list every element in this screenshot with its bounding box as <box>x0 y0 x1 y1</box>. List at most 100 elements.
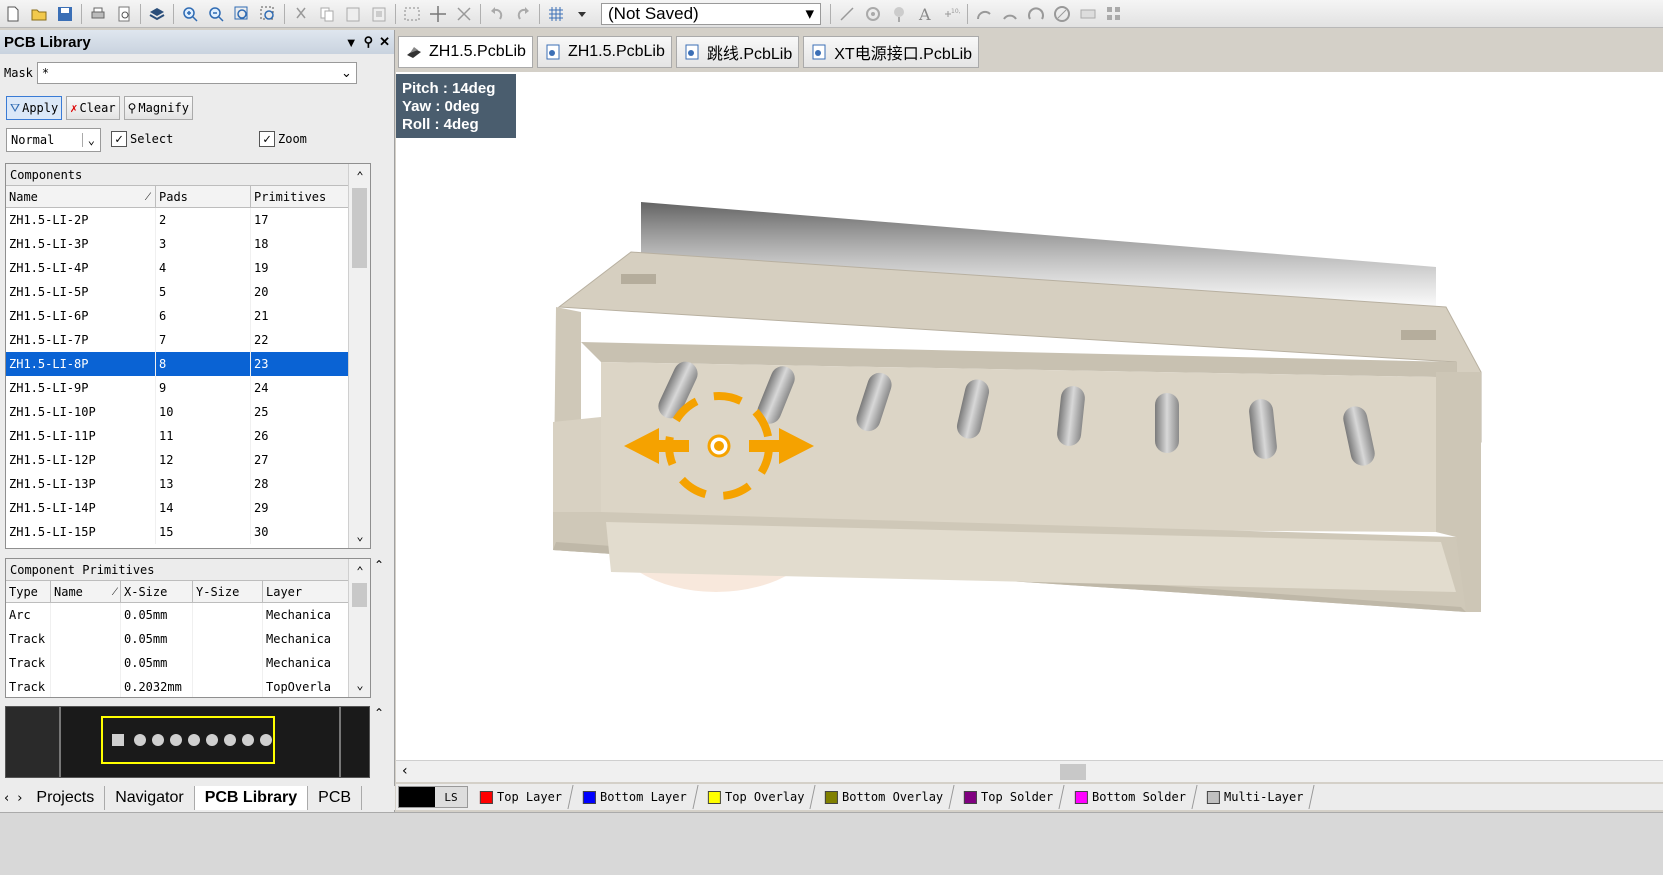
print-icon[interactable] <box>85 2 111 26</box>
table-row[interactable]: ZH1.5-LI-2P 2 17 <box>6 208 350 232</box>
zoom-in-icon[interactable] <box>177 2 203 26</box>
layer-set-button[interactable]: LS <box>398 786 468 808</box>
scroll-down-icon[interactable]: ⌄ <box>349 675 370 695</box>
zoom-out-icon[interactable] <box>203 2 229 26</box>
table-row[interactable]: ZH1.5-LI-9P 9 24 <box>6 376 350 400</box>
col-name-header[interactable]: Name ⁄ <box>6 186 156 207</box>
save-icon[interactable] <box>52 2 78 26</box>
col-type-header[interactable]: Type <box>6 581 51 602</box>
scroll-thumb[interactable] <box>1060 764 1086 780</box>
tab-navigator[interactable]: Navigator <box>105 786 195 810</box>
col-layer-header[interactable]: Layer <box>263 581 350 602</box>
tab-prev-icon[interactable]: ‹ <box>0 791 13 806</box>
grid-icon[interactable] <box>543 2 569 26</box>
layer-tab-bottom-overlay[interactable]: Bottom Overlay <box>810 785 955 809</box>
scroll-down-icon[interactable]: ⌄ <box>349 526 370 546</box>
connector-3d-model[interactable] <box>396 72 1663 760</box>
zoom-area-icon[interactable] <box>255 2 281 26</box>
grid-dropdown-icon[interactable] <box>569 2 595 26</box>
full-circle-icon[interactable] <box>1049 2 1075 26</box>
components-scrollbar[interactable]: ⌃ ⌄ <box>348 164 370 548</box>
layer-tab-top-overlay[interactable]: Top Overlay <box>693 785 816 809</box>
zoom-checkbox[interactable]: ✓ Zoom <box>259 131 307 147</box>
layer-tab-top-solder[interactable]: Top Solder <box>949 785 1066 809</box>
col-name-header[interactable]: Name ⁄ <box>51 581 121 602</box>
layer-tab-multi-layer[interactable]: Multi-Layer <box>1191 785 1315 809</box>
via-icon[interactable] <box>886 2 912 26</box>
tab-projects[interactable]: Projects <box>26 786 106 810</box>
coordinate-icon[interactable]: 10,10 <box>938 2 964 26</box>
mask-input[interactable]: * ⌄ <box>36 62 357 84</box>
tab-pcb-library[interactable]: PCB Library <box>194 786 309 810</box>
scroll-up-icon[interactable]: ⌃ <box>349 561 370 581</box>
paste-special-icon[interactable] <box>366 2 392 26</box>
chevron-down-icon[interactable]: ⌄ <box>341 66 352 81</box>
text-icon[interactable]: A <box>912 2 938 26</box>
pin-icon[interactable]: ⚲ <box>364 34 374 50</box>
clear-button[interactable]: ✗ Clear <box>66 96 120 120</box>
3d-layers-icon[interactable] <box>144 2 170 26</box>
table-row[interactable]: ZH1.5-LI-12P 12 27 <box>6 448 350 472</box>
col-xsize-header[interactable]: X-Size <box>121 581 193 602</box>
col-primitives-header[interactable]: Primitives <box>251 186 350 207</box>
paste-icon[interactable] <box>340 2 366 26</box>
print-preview-icon[interactable] <box>111 2 137 26</box>
undo-icon[interactable] <box>484 2 510 26</box>
new-file-icon[interactable] <box>0 2 26 26</box>
layer-tab-top-layer[interactable]: Top Layer <box>465 785 574 809</box>
copy-icon[interactable] <box>314 2 340 26</box>
layer-tab-bottom-solder[interactable]: Bottom Solder <box>1060 785 1198 809</box>
table-row[interactable]: Track 0.2032mm TopOverla <box>6 675 350 697</box>
table-row[interactable]: Track 0.05mm Mechanica <box>6 651 350 675</box>
col-pads-header[interactable]: Pads <box>156 186 251 207</box>
table-row[interactable]: ZH1.5-LI-7P 7 22 <box>6 328 350 352</box>
select-checkbox[interactable]: ✓ Select <box>111 131 173 147</box>
viewport-scrollbar[interactable]: ‹ <box>396 760 1663 782</box>
cut-icon[interactable] <box>288 2 314 26</box>
table-row[interactable]: ZH1.5-LI-14P 14 29 <box>6 496 350 520</box>
line-icon[interactable] <box>834 2 860 26</box>
table-row[interactable]: ZH1.5-LI-6P 6 21 <box>6 304 350 328</box>
table-row[interactable]: Arc 0.05mm Mechanica <box>6 603 350 627</box>
table-row[interactable]: ZH1.5-LI-10P 10 25 <box>6 400 350 424</box>
magnify-button[interactable]: ⚲ Magnify <box>123 96 193 120</box>
scroll-up-icon[interactable]: ⌃ <box>349 166 370 186</box>
table-row[interactable]: ZH1.5-LI-13P 13 28 <box>6 472 350 496</box>
table-row[interactable]: ZH1.5-LI-11P 11 26 <box>6 424 350 448</box>
col-ysize-header[interactable]: Y-Size <box>193 581 263 602</box>
table-row[interactable]: ZH1.5-LI-4P 4 19 <box>6 256 350 280</box>
mode-select[interactable]: Normal ⌄ <box>6 128 101 152</box>
view-state-select[interactable]: (Not Saved) ▾ <box>601 2 821 25</box>
doc-tab-jumper[interactable]: 跳线.PcbLib <box>675 36 800 68</box>
scroll-left-icon[interactable]: ‹ <box>402 763 408 779</box>
scroll-thumb[interactable] <box>352 188 367 268</box>
array-paste-icon[interactable] <box>1101 2 1127 26</box>
primitives-scrollbar[interactable]: ⌃ ⌄ <box>348 559 370 697</box>
collapse-up-icon[interactable]: ⌃ <box>374 558 384 572</box>
fill-icon[interactable] <box>1075 2 1101 26</box>
table-row[interactable]: ZH1.5-LI-3P 3 18 <box>6 232 350 256</box>
arc-any-icon[interactable] <box>1023 2 1049 26</box>
doc-tab-zh15-active[interactable]: ZH1.5.PcbLib <box>398 36 533 68</box>
table-row[interactable]: ZH1.5-LI-8P 8 23 <box>6 352 350 376</box>
table-row[interactable]: ZH1.5-LI-15P 15 30 <box>6 520 350 544</box>
doc-tab-zh15[interactable]: ZH1.5.PcbLib <box>536 36 672 68</box>
layer-tab-bottom-layer[interactable]: Bottom Layer <box>568 785 699 809</box>
doc-tab-xt-power[interactable]: XT电源接口.PcbLib <box>803 36 980 68</box>
move-selection-icon[interactable] <box>451 2 477 26</box>
pad-icon[interactable] <box>860 2 886 26</box>
redo-icon[interactable] <box>510 2 536 26</box>
scroll-thumb[interactable] <box>352 583 367 607</box>
arc-edge-icon[interactable] <box>997 2 1023 26</box>
close-icon[interactable]: ✕ <box>379 34 390 50</box>
move-icon[interactable] <box>425 2 451 26</box>
tab-next-icon[interactable]: › <box>13 791 26 806</box>
select-rect-icon[interactable] <box>399 2 425 26</box>
zoom-fit-icon[interactable] <box>229 2 255 26</box>
arc-center-icon[interactable] <box>971 2 997 26</box>
panel-menu-icon[interactable]: ▼ <box>345 35 358 50</box>
3d-viewport[interactable]: Pitch : 14deg Yaw : 0deg Roll : 4deg <box>396 72 1663 760</box>
open-folder-icon[interactable] <box>26 2 52 26</box>
table-row[interactable]: Track 0.05mm Mechanica <box>6 627 350 651</box>
apply-button[interactable]: ⛛ Apply <box>6 96 63 120</box>
